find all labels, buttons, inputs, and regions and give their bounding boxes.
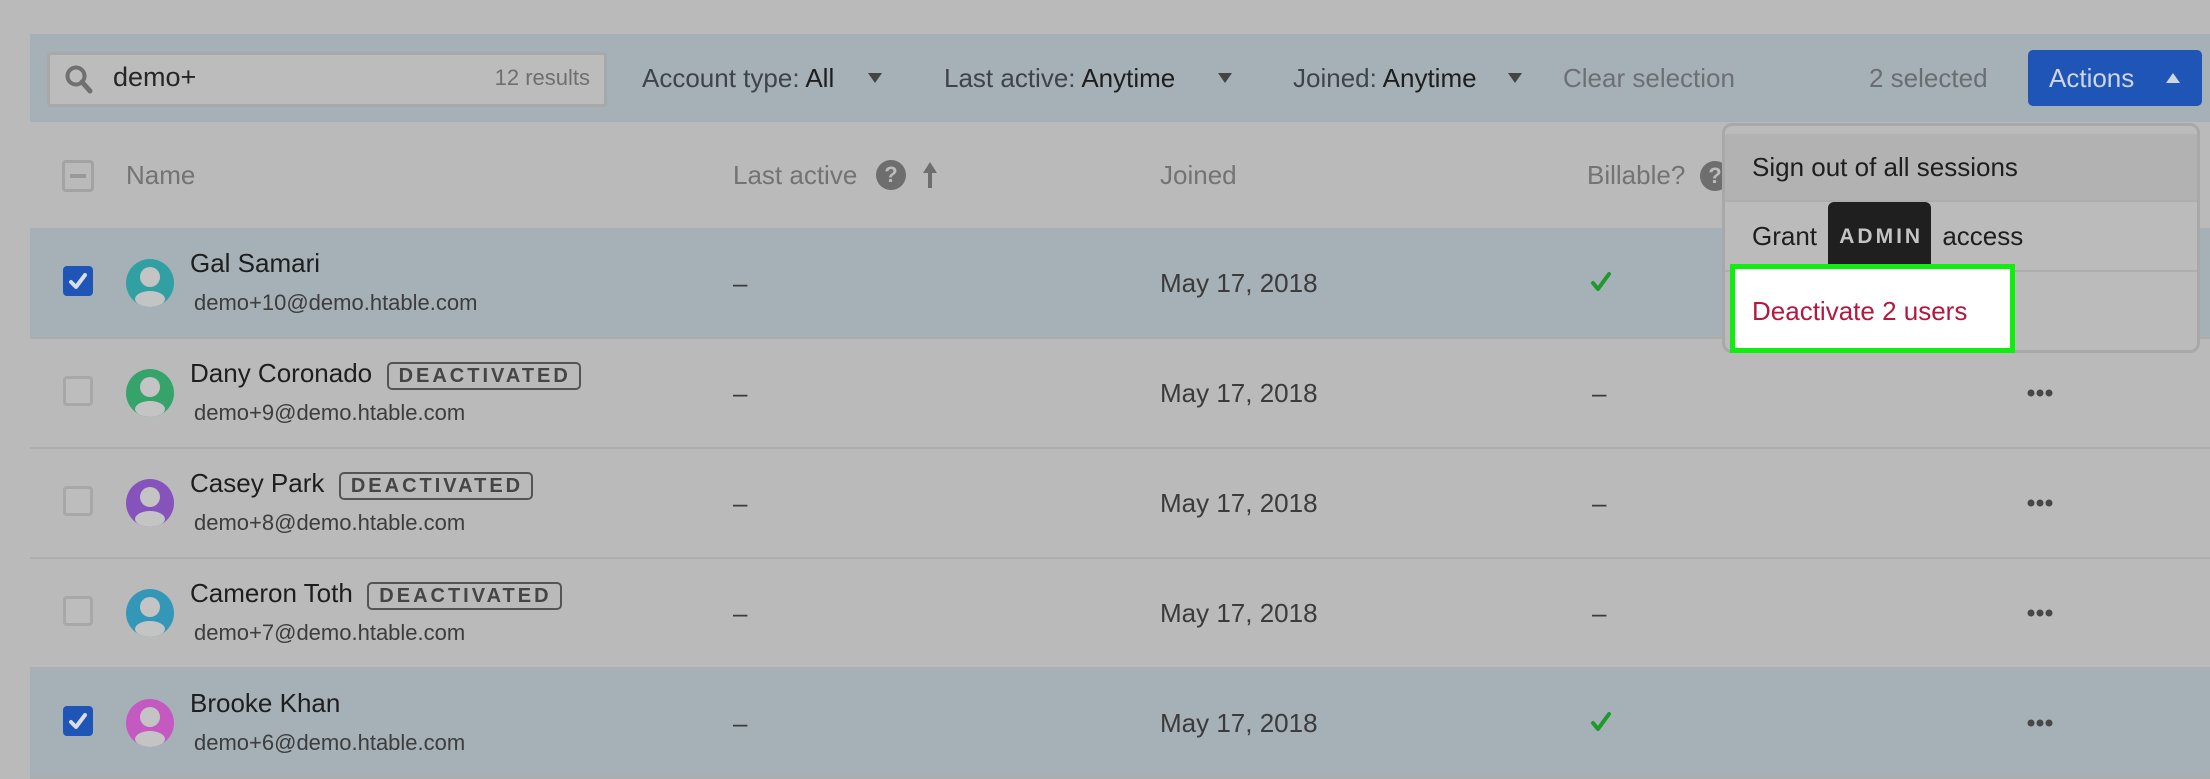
clear-selection-link[interactable]: Clear selection <box>1563 63 1735 94</box>
checkmark-icon <box>69 273 87 289</box>
billable-value <box>1590 711 1612 738</box>
column-header-billable[interactable]: Billable? <box>1587 160 1685 191</box>
avatar <box>126 259 174 307</box>
filter-value: Anytime <box>1382 63 1477 93</box>
user-name-cell: Dany Coronado DEACTIVATED <box>190 358 581 390</box>
joined-value: May 17, 2018 <box>1160 268 1318 298</box>
user-name[interactable]: Gal Samari <box>190 248 320 278</box>
menu-item-sign-out[interactable]: Sign out of all sessions <box>1725 134 2197 200</box>
sort-ascending-icon[interactable] <box>922 160 938 190</box>
user-name-cell: Cameron Toth DEACTIVATED <box>190 578 562 610</box>
deactivated-badge: DEACTIVATED <box>367 582 562 610</box>
last-active-value: – <box>733 268 748 298</box>
user-email: demo+10@demo.htable.com <box>194 290 478 315</box>
avatar <box>126 699 174 747</box>
table-row[interactable] <box>30 338 2210 449</box>
filter-value: All <box>805 63 835 93</box>
row-checkbox[interactable] <box>63 706 93 736</box>
more-options-icon[interactable] <box>2027 719 2053 727</box>
column-header-name[interactable]: Name <box>126 160 195 191</box>
help-icon[interactable]: ? <box>876 160 906 190</box>
user-name[interactable]: Casey Park <box>190 468 324 498</box>
avatar <box>126 369 174 417</box>
actions-button-label: Actions <box>2049 62 2135 93</box>
filter-account-type[interactable]: Account type: All <box>642 63 834 94</box>
deactivated-badge: DEACTIVATED <box>338 472 534 500</box>
actions-button[interactable]: Actions <box>2028 50 2202 106</box>
user-icon <box>126 589 174 637</box>
user-name-cell: Casey Park DEACTIVATED <box>190 468 534 500</box>
user-name[interactable]: Dany Coronado <box>190 358 372 388</box>
menu-item-label: Grant <box>1752 221 1818 251</box>
joined-value: May 17, 2018 <box>1160 378 1318 408</box>
deactivated-badge: DEACTIVATED <box>386 362 581 390</box>
column-header-last-active[interactable]: Last active <box>733 160 857 191</box>
billable-value: – <box>1592 378 1607 408</box>
user-email: demo+8@demo.htable.com <box>194 510 466 535</box>
user-icon <box>126 369 174 417</box>
joined-value: May 17, 2018 <box>1160 598 1318 628</box>
user-icon <box>126 699 174 747</box>
chevron-down-icon[interactable] <box>1218 73 1232 83</box>
filter-label: Last active: <box>944 63 1076 93</box>
last-active-value: – <box>733 378 748 408</box>
filter-joined[interactable]: Joined: Anytime <box>1293 63 1477 94</box>
user-email: demo+6@demo.htable.com <box>194 730 466 755</box>
billable-value <box>1590 271 1612 298</box>
billable-check-icon <box>1591 272 1611 291</box>
search-result-count: 12 results <box>494 65 590 90</box>
menu-item-label: access <box>1942 221 2024 251</box>
avatar <box>126 589 174 637</box>
last-active-value: – <box>733 488 748 518</box>
user-icon <box>126 259 174 307</box>
filter-value: Anytime <box>1081 63 1176 93</box>
user-name[interactable]: Cameron Toth <box>190 578 353 608</box>
user-email: demo+9@demo.htable.com <box>194 400 466 425</box>
user-name-cell: Gal Samari <box>190 248 320 279</box>
row-checkbox[interactable] <box>63 596 93 626</box>
more-options-icon[interactable] <box>2027 499 2053 507</box>
joined-value: May 17, 2018 <box>1160 708 1318 738</box>
selected-count: 2 selected <box>1869 63 1988 93</box>
filter-label: Joined: <box>1293 63 1377 93</box>
row-checkbox[interactable] <box>63 486 93 516</box>
table-row[interactable] <box>30 668 2210 779</box>
user-name[interactable]: Brooke Khan <box>190 688 340 718</box>
avatar <box>126 479 174 527</box>
row-checkbox[interactable] <box>63 376 93 406</box>
chevron-up-icon <box>2166 73 2181 83</box>
billable-value: – <box>1592 598 1607 628</box>
joined-value: May 17, 2018 <box>1160 488 1318 518</box>
last-active-value: – <box>733 708 748 738</box>
row-checkbox[interactable] <box>63 266 93 296</box>
select-all-checkbox[interactable] <box>62 160 94 192</box>
admin-badge: ADMIN <box>1828 202 1932 272</box>
chevron-down-icon[interactable] <box>868 73 882 83</box>
more-options-icon[interactable] <box>2027 389 2053 397</box>
search-value[interactable]: demo+ <box>113 62 196 93</box>
search-icon <box>65 65 93 94</box>
checkmark-icon <box>69 713 87 729</box>
table-row[interactable] <box>30 558 2210 669</box>
user-icon <box>126 479 174 527</box>
menu-item-deactivate-users[interactable]: Deactivate 2 users <box>1752 296 1967 327</box>
billable-value: – <box>1592 488 1607 518</box>
table-row[interactable] <box>30 448 2210 559</box>
chevron-down-icon[interactable] <box>1508 73 1522 83</box>
filter-last-active[interactable]: Last active: Anytime <box>944 63 1175 94</box>
user-name-cell: Brooke Khan <box>190 688 340 719</box>
billable-check-icon <box>1591 712 1611 731</box>
user-email: demo+7@demo.htable.com <box>194 620 466 645</box>
column-header-joined[interactable]: Joined <box>1160 160 1237 191</box>
filter-label: Account type: <box>642 63 800 93</box>
last-active-value: – <box>733 598 748 628</box>
menu-item-grant-admin[interactable]: Grant ADMIN access <box>1725 202 2197 272</box>
more-options-icon[interactable] <box>2027 609 2053 617</box>
